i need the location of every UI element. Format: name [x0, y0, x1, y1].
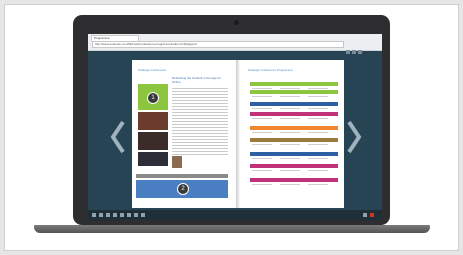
schedule-row [250, 138, 338, 142]
thumbnails-icon[interactable] [92, 213, 96, 217]
share-icon[interactable] [106, 213, 110, 217]
article-text [172, 88, 228, 157]
schedule-cell [308, 184, 328, 185]
zoom-icon[interactable] [99, 213, 103, 217]
left-page: Strategic Conference Rethinking the Outl… [132, 60, 236, 208]
right-page: Strategic Conference Programme [240, 60, 344, 208]
audio-icon[interactable] [134, 213, 138, 217]
photo-1 [138, 112, 168, 130]
schedule-cell [252, 158, 272, 159]
schedule-cell [280, 96, 300, 97]
address-bar[interactable]: http://www.example.com/flipbook/conferen… [92, 41, 344, 48]
schedule-cell [280, 108, 300, 109]
browser-tools [346, 41, 364, 59]
schedule-cell [280, 158, 300, 159]
settings-icon[interactable] [358, 50, 362, 54]
url-text: http://www.example.com/flipbook/conferen… [95, 42, 197, 46]
schedule-cell [308, 144, 328, 145]
left-page-header: Strategic Conference [138, 68, 167, 72]
download-icon[interactable] [120, 213, 124, 217]
schedule-cell [308, 132, 328, 133]
photo-3 [138, 152, 168, 166]
schedule-row [250, 90, 338, 94]
star-icon[interactable] [346, 50, 350, 54]
schedule-cell [252, 96, 272, 97]
schedule-cell [308, 170, 328, 171]
schedule-cell [252, 108, 272, 109]
camera [234, 20, 239, 25]
schedule-cell [280, 170, 300, 171]
schedule-cell [252, 118, 272, 119]
schedule-cell [252, 88, 272, 89]
schedule-cell [280, 144, 300, 145]
schedule-row [250, 178, 338, 182]
schedule-cell [308, 108, 328, 109]
search-icon[interactable] [127, 213, 131, 217]
photo-2 [138, 132, 168, 150]
viewer-toolbar [88, 210, 382, 220]
menu-icon[interactable] [352, 50, 356, 54]
print-icon[interactable] [113, 213, 117, 217]
fullscreen-icon[interactable] [363, 213, 367, 217]
next-page-icon[interactable] [345, 120, 363, 154]
schedule-cell [280, 132, 300, 133]
schedule-cell [280, 88, 300, 89]
schedule-row [250, 152, 338, 156]
laptop-base [34, 225, 430, 233]
schedule-cell [308, 88, 328, 89]
schedule-cell [252, 170, 272, 171]
schedule-cell [252, 184, 272, 185]
laptop-screen: Programme http://www.example.com/flipboo… [88, 34, 382, 220]
marker-2: 2 [177, 183, 189, 195]
schedule-cell [308, 118, 328, 119]
schedule-cell [308, 158, 328, 159]
help-icon[interactable] [141, 213, 145, 217]
left-page-headline: Rethinking the Outlook in the Age for On… [172, 76, 221, 84]
schedule-row [250, 82, 338, 86]
schedule-cell [252, 132, 272, 133]
right-page-header: Strategic Conference Programme [248, 68, 293, 72]
marker-1: 1 [147, 92, 159, 104]
gray-bar [136, 174, 228, 178]
schedule-cell [280, 118, 300, 119]
schedule-row [250, 164, 338, 168]
schedule-row [250, 112, 338, 116]
author-photo [172, 156, 182, 168]
close-icon[interactable] [370, 213, 374, 217]
browser-toolbar: Programme http://www.example.com/flipboo… [88, 34, 382, 54]
schedule-row [250, 126, 338, 130]
prev-page-icon[interactable] [109, 120, 127, 154]
schedule-cell [308, 96, 328, 97]
schedule-row [250, 102, 338, 106]
schedule-cell [252, 144, 272, 145]
schedule-cell [280, 184, 300, 185]
